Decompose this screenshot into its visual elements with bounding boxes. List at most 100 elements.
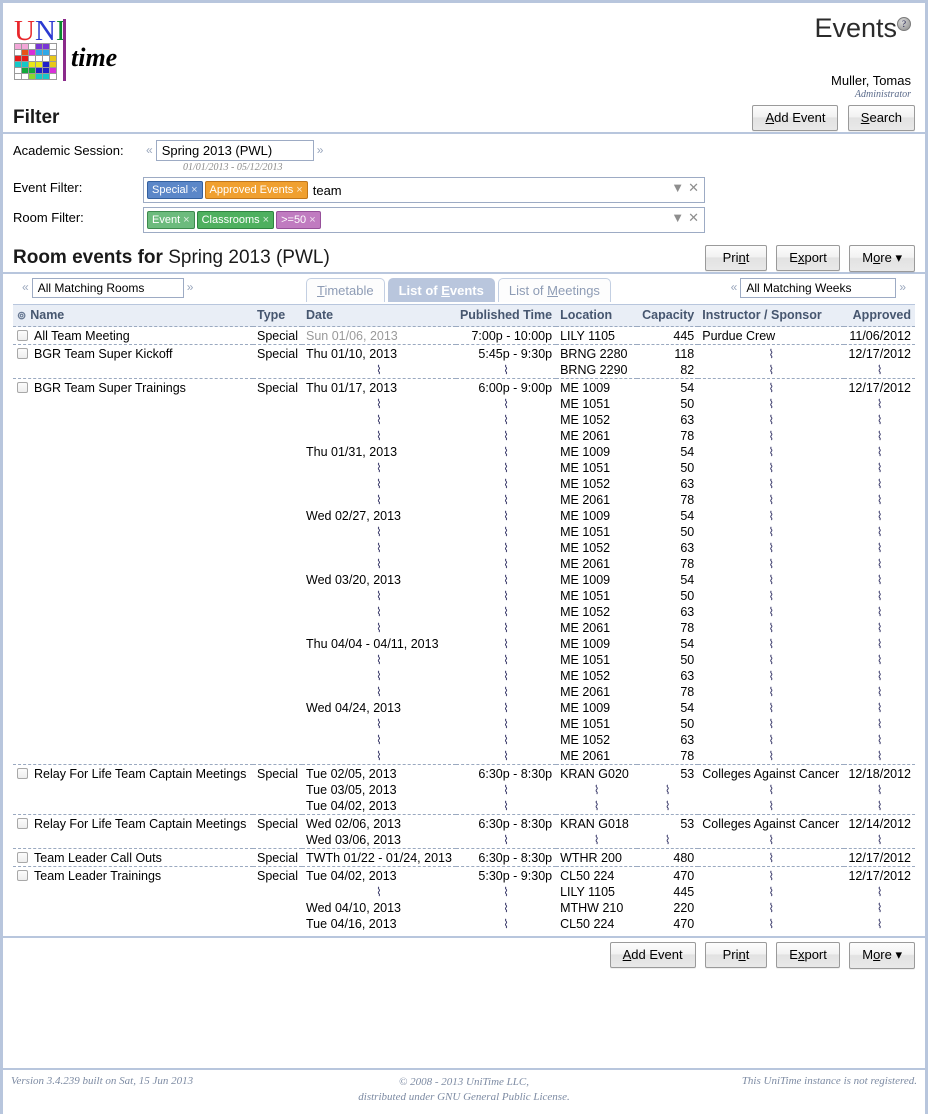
weeks-input[interactable]: All Matching Weeks: [740, 278, 897, 298]
table-row[interactable]: ⌇ ⌇ ME 1052 63 ⌇ ⌇: [13, 732, 915, 748]
row-checkbox[interactable]: [17, 852, 28, 863]
event-name-cell[interactable]: [13, 652, 253, 668]
room-filter-clear-icon[interactable]: ✕: [686, 210, 701, 225]
event-name-cell[interactable]: Team Leader Call Outs: [13, 848, 254, 867]
table-row[interactable]: ⌇ ⌇ ME 1052 63 ⌇ ⌇: [13, 668, 915, 684]
table-row[interactable]: Wed 04/10, 2013 ⌇ MTHW 210 220 ⌇ ⌇: [13, 900, 915, 916]
row-checkbox[interactable]: [17, 348, 28, 359]
event-name-cell[interactable]: [13, 700, 253, 716]
table-row[interactable]: ⌇ ⌇ ME 1052 63 ⌇ ⌇: [13, 412, 915, 428]
row-checkbox[interactable]: [17, 870, 28, 881]
remove-tag-icon[interactable]: ×: [263, 214, 269, 226]
event-name-cell[interactable]: [13, 444, 253, 460]
export-button[interactable]: Export: [776, 245, 840, 271]
col-published-time[interactable]: Published Time: [455, 304, 557, 327]
next-weeks-icon[interactable]: »: [896, 280, 909, 294]
table-row[interactable]: ⌇ ⌇ ME 1052 63 ⌇ ⌇: [13, 604, 915, 620]
col-name[interactable]: ⊚ Name: [13, 304, 254, 327]
add-event-button[interactable]: Add Event: [752, 105, 839, 131]
table-row[interactable]: ⌇ ⌇ ME 1052 63 ⌇ ⌇: [13, 540, 915, 556]
room-filter-input[interactable]: Event × Classrooms × >=50 × ▼ ✕: [143, 207, 705, 233]
row-checkbox[interactable]: [17, 330, 28, 341]
prev-weeks-icon[interactable]: «: [728, 280, 741, 294]
table-row[interactable]: Tue 03/05, 2013 ⌇ ⌇ ⌇ ⌇ ⌇: [13, 782, 915, 798]
row-checkbox[interactable]: [17, 382, 28, 393]
table-row[interactable]: Team Leader Trainings Special Tue 04/02, 2…: [13, 866, 915, 884]
row-checkbox[interactable]: [17, 768, 28, 779]
event-name-cell[interactable]: Relay For Life Team Captain Meetings: [13, 764, 254, 782]
col-capacity[interactable]: Capacity: [637, 304, 699, 327]
table-row[interactable]: ⌇ ⌇ ME 2061 78 ⌇ ⌇: [13, 620, 915, 636]
event-name-cell[interactable]: [13, 884, 253, 900]
event-name-cell[interactable]: Relay For Life Team Captain Meetings: [13, 814, 254, 832]
table-row[interactable]: Relay For Life Team Captain Meetings Spec…: [13, 764, 915, 782]
event-name-cell[interactable]: [13, 604, 253, 620]
table-row[interactable]: ⌇ ⌇ ME 1051 50 ⌇ ⌇: [13, 524, 915, 540]
event-name-cell[interactable]: [13, 798, 253, 815]
event-name-cell[interactable]: [13, 636, 253, 652]
event-filter-tag[interactable]: Approved Events ×: [204, 181, 308, 199]
more-button[interactable]: More ▾: [849, 245, 915, 272]
event-name-cell[interactable]: [13, 524, 253, 540]
prev-session-icon[interactable]: «: [143, 143, 156, 157]
table-row[interactable]: Wed 04/24, 2013 ⌇ ME 1009 54 ⌇ ⌇: [13, 700, 915, 716]
col-date[interactable]: Date: [302, 304, 456, 327]
remove-tag-icon[interactable]: ×: [191, 184, 197, 196]
event-name-cell[interactable]: BGR Team Super Trainings: [13, 378, 254, 396]
table-row[interactable]: ⌇ ⌇ LILY 1105 445 ⌇ ⌇: [13, 884, 915, 900]
tab-list-of-events[interactable]: List of Events: [387, 278, 495, 302]
event-name-cell[interactable]: [13, 492, 253, 508]
next-rooms-icon[interactable]: »: [184, 280, 197, 294]
bottom-add-event-button[interactable]: Add Event: [609, 942, 696, 968]
event-name-cell[interactable]: [13, 782, 253, 798]
academic-session-input[interactable]: Spring 2013 (PWL): [155, 140, 314, 161]
table-row[interactable]: ⌇ ⌇ ME 1051 50 ⌇ ⌇: [13, 588, 915, 604]
next-session-icon[interactable]: »: [314, 143, 327, 157]
bottom-export-button[interactable]: Export: [776, 942, 840, 968]
row-checkbox[interactable]: [17, 818, 28, 829]
table-row[interactable]: BGR Team Super Kickoff Special Thu 01/10, …: [13, 344, 915, 362]
event-name-cell[interactable]: [13, 668, 253, 684]
table-row[interactable]: ⌇ ⌇ ME 1051 50 ⌇ ⌇: [13, 652, 915, 668]
col-type[interactable]: Type: [253, 304, 303, 327]
table-row[interactable]: ⌇ ⌇ ME 1051 50 ⌇ ⌇: [13, 716, 915, 732]
room-filter-tag[interactable]: Event ×: [147, 211, 195, 229]
table-row[interactable]: ⌇ ⌇ ME 2061 78 ⌇ ⌇: [13, 748, 915, 765]
event-name-cell[interactable]: [13, 428, 253, 444]
event-filter-input[interactable]: Special × Approved Events × team ▼ ✕: [143, 177, 705, 203]
table-row[interactable]: Tue 04/02, 2013 ⌇ ⌇ ⌇ ⌇ ⌇: [13, 798, 915, 815]
event-name-cell[interactable]: [13, 620, 253, 636]
event-name-cell[interactable]: [13, 588, 253, 604]
help-icon[interactable]: ?: [897, 17, 911, 31]
event-name-cell[interactable]: [13, 412, 253, 428]
event-filter-tag[interactable]: Special ×: [147, 181, 203, 199]
prev-rooms-icon[interactable]: «: [19, 280, 32, 294]
table-row[interactable]: Wed 03/20, 2013 ⌇ ME 1009 54 ⌇ ⌇: [13, 572, 915, 588]
sort-icon[interactable]: ⊚: [17, 310, 26, 322]
table-row[interactable]: Relay For Life Team Captain Meetings Spec…: [13, 814, 915, 832]
bottom-more-button[interactable]: More ▾: [849, 942, 915, 969]
table-row[interactable]: ⌇ ⌇ ME 2061 78 ⌇ ⌇: [13, 556, 915, 572]
remove-tag-icon[interactable]: ×: [296, 184, 302, 196]
event-name-cell[interactable]: [13, 476, 253, 492]
table-row[interactable]: ⌇ ⌇ ME 1052 63 ⌇ ⌇: [13, 476, 915, 492]
table-row[interactable]: ⌇ ⌇ ME 1051 50 ⌇ ⌇: [13, 396, 915, 412]
event-name-cell[interactable]: [13, 396, 253, 412]
event-name-cell[interactable]: Team Leader Trainings: [13, 866, 254, 884]
event-name-cell[interactable]: [13, 732, 253, 748]
table-row[interactable]: ⌇ ⌇ ME 1051 50 ⌇ ⌇: [13, 460, 915, 476]
event-filter-clear-icon[interactable]: ✕: [686, 180, 701, 195]
room-filter-dropdown-icon[interactable]: ▼: [669, 210, 686, 225]
event-name-cell[interactable]: [13, 540, 253, 556]
table-row[interactable]: Wed 02/27, 2013 ⌇ ME 1009 54 ⌇ ⌇: [13, 508, 915, 524]
remove-tag-icon[interactable]: ×: [309, 214, 315, 226]
col-location[interactable]: Location: [556, 304, 638, 327]
col-approved[interactable]: Approved: [844, 304, 915, 327]
event-name-cell[interactable]: [13, 716, 253, 732]
event-name-cell[interactable]: BGR Team Super Kickoff: [13, 344, 254, 362]
event-name-cell[interactable]: [13, 556, 253, 572]
bottom-print-button[interactable]: Print: [704, 942, 767, 968]
table-row[interactable]: ⌇ ⌇ ME 2061 78 ⌇ ⌇: [13, 492, 915, 508]
event-name-cell[interactable]: [13, 916, 253, 932]
event-name-cell[interactable]: [13, 900, 253, 916]
